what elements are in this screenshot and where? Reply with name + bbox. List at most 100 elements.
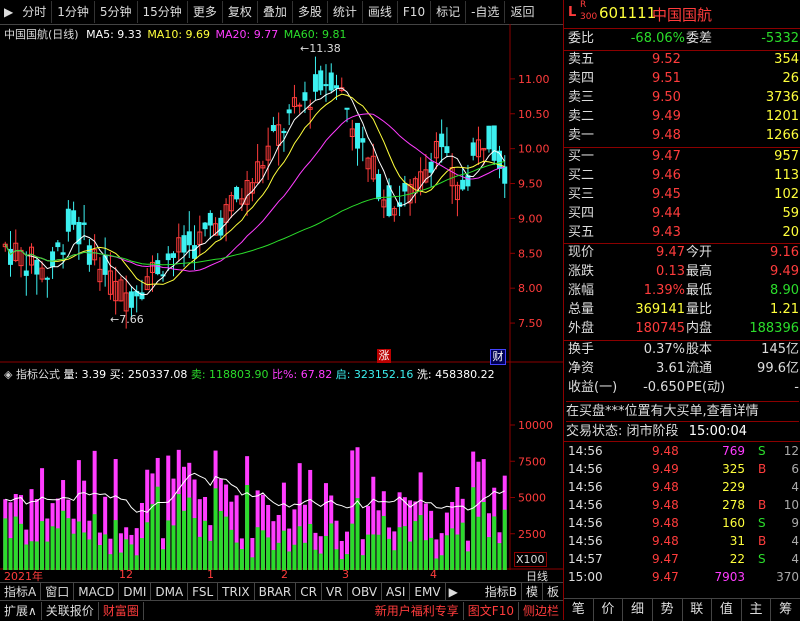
right-tab[interactable]: 笔 bbox=[564, 599, 594, 621]
volume-axis-label: 5000 bbox=[518, 492, 546, 505]
indicator-collapse-icon[interactable]: ◈ bbox=[4, 368, 12, 381]
btn-watchlist[interactable]: -自选 bbox=[466, 1, 506, 23]
fund-value-2: 145亿 bbox=[761, 342, 799, 357]
tab-template-1[interactable]: 模 bbox=[522, 583, 543, 601]
big-order-notice[interactable]: 在买盘***位置有大买单,查看详情 bbox=[566, 401, 799, 422]
new-user-promo[interactable]: 新用户福利专享 bbox=[371, 602, 464, 620]
tab-indicator-a[interactable]: 指标A bbox=[0, 583, 42, 601]
tab-fsl[interactable]: FSL bbox=[188, 583, 219, 601]
right-tab[interactable]: 值 bbox=[712, 599, 742, 621]
bid-row[interactable]: 买二 9.46 113 bbox=[564, 167, 800, 185]
quote-label-2: 量比 bbox=[686, 302, 713, 317]
ask-row[interactable]: 卖二 9.49 1201 bbox=[564, 108, 800, 126]
zhang-marker[interactable]: 涨 bbox=[377, 349, 391, 363]
bid-row[interactable]: 买一 9.47 957 bbox=[564, 148, 800, 166]
volume-unit: X100 bbox=[514, 552, 547, 567]
ask-row[interactable]: 卖四 9.51 26 bbox=[564, 70, 800, 88]
btn-restore[interactable]: 复权 bbox=[223, 1, 258, 23]
fortune-circle-button[interactable]: 财富圈 bbox=[99, 602, 144, 620]
main-chart[interactable]: 11.00 10.50 10.00 9.50 9.00 8.50 8.00 7.50 10000… bbox=[0, 24, 563, 570]
ask-price: 9.51 bbox=[652, 71, 681, 86]
candle-body bbox=[297, 104, 303, 107]
ask-volume: 1201 bbox=[765, 109, 799, 124]
tab-indicator-b[interactable]: 指标B bbox=[481, 583, 522, 601]
cai-marker[interactable]: 财 bbox=[490, 349, 506, 365]
bid-row[interactable]: 买五 9.43 20 bbox=[564, 224, 800, 242]
right-tab[interactable]: 筹 bbox=[771, 599, 800, 621]
indicator-formula-label[interactable]: 指标公式 bbox=[16, 368, 60, 381]
tab-dma[interactable]: DMA bbox=[151, 583, 189, 601]
tick-time: 15:00 bbox=[568, 570, 603, 584]
volume-bar-buy bbox=[155, 486, 160, 570]
btn-mark[interactable]: 标记 bbox=[431, 1, 467, 23]
quote-value: 180745 bbox=[635, 321, 685, 336]
ask-row[interactable]: 卖五 9.52 354 bbox=[564, 51, 800, 69]
fund-label-2: PE(动) bbox=[686, 380, 726, 395]
candle-body bbox=[181, 235, 187, 253]
tab-dmi[interactable]: DMI bbox=[119, 583, 152, 601]
tab-5min[interactable]: 5分钟 bbox=[95, 1, 138, 23]
tick-time: 14:56 bbox=[568, 516, 603, 530]
tab-cr[interactable]: CR bbox=[296, 583, 322, 601]
right-tab[interactable]: 细 bbox=[623, 599, 653, 621]
fund-value-2: 99.6亿 bbox=[757, 361, 799, 376]
btn-overlay[interactable]: 叠加 bbox=[258, 1, 293, 23]
ask-volume: 1266 bbox=[765, 128, 799, 143]
tab-fenshi[interactable]: 分时 bbox=[17, 1, 53, 23]
tab-template-2[interactable]: 板 bbox=[543, 583, 563, 601]
volume-bar-buy bbox=[29, 541, 34, 570]
right-tab[interactable]: 主 bbox=[742, 599, 772, 621]
btn-stats[interactable]: 统计 bbox=[328, 1, 363, 23]
quote-label: 涨跌 bbox=[568, 264, 595, 279]
ask-row[interactable]: 卖三 9.50 3736 bbox=[564, 89, 800, 107]
right-tab[interactable]: 联 bbox=[683, 599, 713, 621]
tab-1min[interactable]: 1分钟 bbox=[52, 1, 95, 23]
f10-graphic-button[interactable]: 图文F10 bbox=[464, 602, 519, 620]
tab-obv[interactable]: OBV bbox=[348, 583, 383, 601]
sidebar-button[interactable]: 侧边栏 bbox=[519, 602, 563, 620]
bid-row[interactable]: 买三 9.45 102 bbox=[564, 186, 800, 204]
tick-price: 9.49 bbox=[652, 462, 679, 476]
kline-chart-svg[interactable]: 11.00 10.50 10.00 9.50 9.00 8.50 8.00 7.50 10000… bbox=[0, 24, 563, 570]
bid-row[interactable]: 买四 9.44 59 bbox=[564, 205, 800, 223]
toolbar-menu-icon[interactable]: ▶ bbox=[0, 5, 17, 19]
volume-bar-buy bbox=[302, 542, 307, 570]
ask-label: 卖三 bbox=[568, 90, 595, 105]
tick-row: 15:00 9.47 7903 370 bbox=[564, 568, 800, 586]
volume-bar-buy bbox=[292, 544, 297, 570]
tab-more[interactable]: 更多 bbox=[188, 1, 223, 23]
candle-body bbox=[323, 84, 329, 87]
tab-asi[interactable]: ASI bbox=[382, 583, 411, 601]
btn-back[interactable]: 返回 bbox=[505, 1, 539, 23]
tick-count: 9 bbox=[791, 516, 799, 530]
ma5-line bbox=[4, 87, 506, 296]
tab-trix[interactable]: TRIX bbox=[218, 583, 255, 601]
tab-15min[interactable]: 15分钟 bbox=[138, 1, 188, 23]
tick-list[interactable]: 14:56 9.48 769 S 12 14:56 9.49 325 B 6 14:56 9.48 22… bbox=[564, 441, 800, 587]
btn-f10[interactable]: F10 bbox=[398, 1, 432, 23]
tabs-more-icon[interactable]: ▶ bbox=[446, 585, 461, 599]
candle-body bbox=[344, 107, 350, 110]
bid-volume: 102 bbox=[774, 187, 799, 202]
volume-bar-buy bbox=[502, 509, 507, 570]
tab-macd[interactable]: MACD bbox=[74, 583, 120, 601]
date-label-3: 3 bbox=[342, 568, 349, 581]
btn-draw[interactable]: 画线 bbox=[363, 1, 398, 23]
candle-body bbox=[439, 133, 445, 148]
tab-window[interactable]: 窗口 bbox=[41, 583, 75, 601]
volume-bar-buy bbox=[176, 494, 181, 570]
right-tab[interactable]: 势 bbox=[653, 599, 683, 621]
ask-row[interactable]: 卖一 9.48 1266 bbox=[564, 127, 800, 145]
tab-vr[interactable]: VR bbox=[322, 583, 348, 601]
tab-emv[interactable]: EMV bbox=[410, 583, 446, 601]
bid-volume: 957 bbox=[774, 149, 799, 164]
right-tab[interactable]: 价 bbox=[594, 599, 624, 621]
btn-multi[interactable]: 多股 bbox=[293, 1, 328, 23]
volume-bar-buy bbox=[355, 498, 360, 570]
expand-button[interactable]: 扩展∧ bbox=[0, 602, 42, 620]
tab-brar[interactable]: BRAR bbox=[255, 583, 297, 601]
candle-body bbox=[218, 217, 224, 236]
related-quote-button[interactable]: 关联报价 bbox=[42, 602, 99, 620]
fund-value: 0.37% bbox=[643, 342, 685, 357]
tick-price: 9.48 bbox=[652, 534, 679, 548]
